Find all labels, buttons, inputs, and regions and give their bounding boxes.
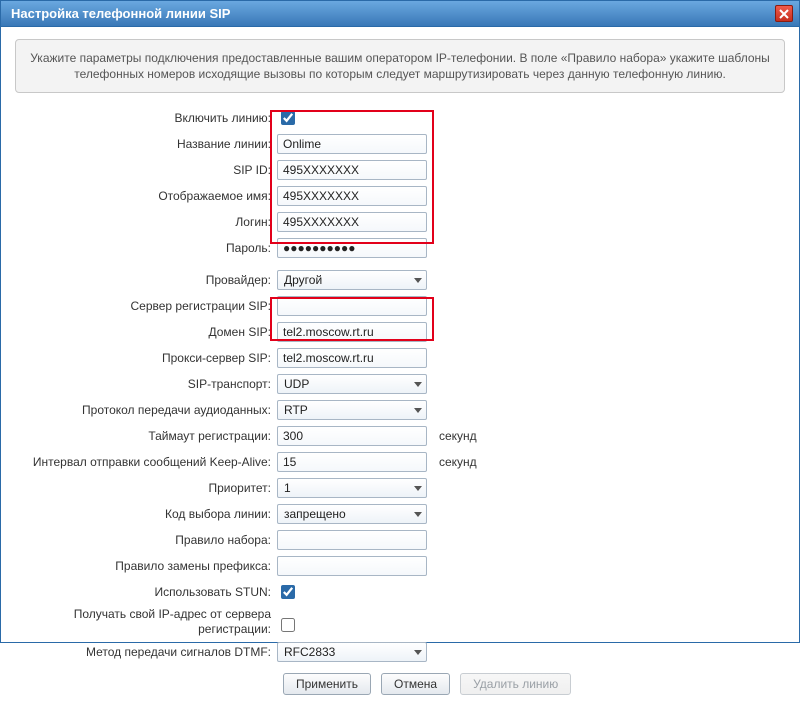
sip-domain-input[interactable]	[277, 322, 427, 342]
transport-select[interactable]: UDP	[277, 374, 427, 394]
label-keepalive: Интервал отправки сообщений Keep-Alive:	[15, 455, 277, 470]
provider-select[interactable]: Другой	[277, 270, 427, 290]
sip-id-input[interactable]	[277, 160, 427, 180]
label-dtmf: Метод передачи сигналов DTMF:	[15, 645, 277, 660]
chevron-down-icon	[414, 278, 422, 283]
chevron-down-icon	[414, 650, 422, 655]
cancel-button[interactable]: Отмена	[381, 673, 450, 695]
audio-protocol-select[interactable]: RTP	[277, 400, 427, 420]
delete-line-button[interactable]: Удалить линию	[460, 673, 571, 695]
form: Включить линию: Название линии: SIP ID: …	[15, 107, 785, 695]
label-display: Отображаемое имя:	[15, 189, 277, 204]
keepalive-input[interactable]	[277, 452, 427, 472]
label-getip: Получать свой IP-адрес от сервера регист…	[15, 607, 277, 637]
dtmf-select[interactable]: RFC2833	[277, 642, 427, 662]
label-regtimeout: Таймаут регистрации:	[15, 429, 277, 444]
chevron-down-icon	[414, 486, 422, 491]
close-button[interactable]	[775, 5, 793, 22]
label-sipid: SIP ID:	[15, 163, 277, 178]
dialog-window: Настройка телефонной линии SIP Укажите п…	[0, 0, 800, 643]
reg-timeout-input[interactable]	[277, 426, 427, 446]
label-linecode: Код выбора линии:	[15, 507, 277, 522]
label-name: Название линии:	[15, 137, 277, 152]
label-login: Логин:	[15, 215, 277, 230]
display-name-input[interactable]	[277, 186, 427, 206]
label-usestun: Использовать STUN:	[15, 585, 277, 600]
line-name-input[interactable]	[277, 134, 427, 154]
chevron-down-icon	[414, 512, 422, 517]
sip-proxy-input[interactable]	[277, 348, 427, 368]
dial-rule-input[interactable]	[277, 530, 427, 550]
label-proxy: Прокси-сервер SIP:	[15, 351, 277, 366]
reg-server-input[interactable]	[277, 296, 427, 316]
label-provider: Провайдер:	[15, 273, 277, 288]
label-dialrule: Правило набора:	[15, 533, 277, 548]
dialog-content: Укажите параметры подключения предоставл…	[1, 27, 799, 707]
chevron-down-icon	[414, 408, 422, 413]
use-stun-checkbox[interactable]	[281, 585, 295, 599]
apply-button[interactable]: Применить	[283, 673, 371, 695]
seconds-suffix: секунд	[439, 429, 477, 443]
prefix-rule-input[interactable]	[277, 556, 427, 576]
button-bar: Применить Отмена Удалить линию	[15, 673, 785, 695]
label-audio: Протокол передачи аудиоданных:	[15, 403, 277, 418]
priority-select[interactable]: 1	[277, 478, 427, 498]
get-ip-checkbox[interactable]	[281, 618, 295, 632]
label-regserver: Сервер регистрации SIP:	[15, 299, 277, 314]
label-enable: Включить линию:	[15, 111, 277, 126]
label-password: Пароль:	[15, 241, 277, 256]
label-prefixrule: Правило замены префикса:	[15, 559, 277, 574]
seconds-suffix: секунд	[439, 455, 477, 469]
info-panel: Укажите параметры подключения предоставл…	[15, 39, 785, 93]
chevron-down-icon	[414, 382, 422, 387]
login-input[interactable]	[277, 212, 427, 232]
enable-checkbox[interactable]	[281, 111, 295, 125]
line-code-select[interactable]: запрещено	[277, 504, 427, 524]
label-domain: Домен SIP:	[15, 325, 277, 340]
titlebar: Настройка телефонной линии SIP	[1, 1, 799, 27]
label-transport: SIP-транспорт:	[15, 377, 277, 392]
close-icon	[779, 9, 789, 19]
password-input[interactable]	[277, 238, 427, 258]
label-priority: Приоритет:	[15, 481, 277, 496]
window-title: Настройка телефонной линии SIP	[11, 6, 775, 21]
